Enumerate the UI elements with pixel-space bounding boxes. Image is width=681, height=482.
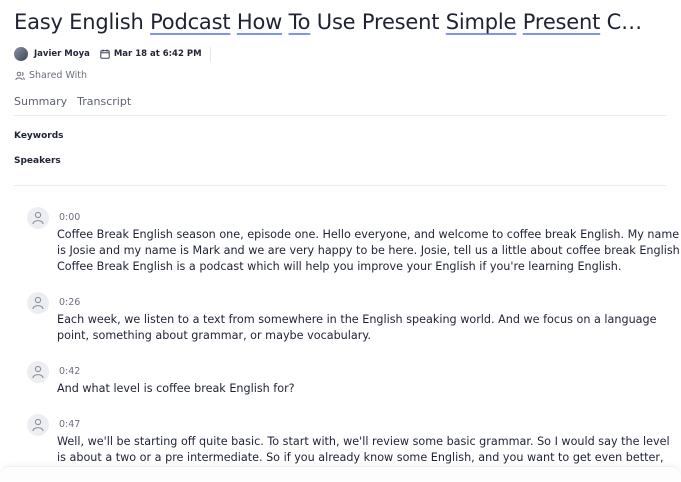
keywords-section[interactable]: Keywords xyxy=(14,131,64,141)
person-icon xyxy=(32,296,44,310)
divider xyxy=(14,115,666,116)
recording-meta: Javier Moya Mar 18 at 6:42 PM xyxy=(14,46,211,62)
highlighted-word[interactable]: How xyxy=(237,10,282,34)
speakers-section[interactable]: Speakers xyxy=(14,156,61,166)
page-title: Easy English Podcast How To Use Present … xyxy=(14,10,642,34)
speaker-avatar[interactable] xyxy=(27,414,49,436)
speaker-avatar[interactable] xyxy=(27,292,49,314)
timestamp[interactable]: 0:47 xyxy=(59,419,80,430)
timestamp[interactable]: 0:00 xyxy=(59,212,80,223)
highlighted-word[interactable]: To xyxy=(289,10,311,34)
timestamp[interactable]: 0:42 xyxy=(59,366,80,377)
people-icon xyxy=(15,71,25,80)
highlighted-word[interactable]: Present xyxy=(523,10,601,34)
speaker-avatar[interactable] xyxy=(27,207,49,229)
transcript-text: Coffee Break English season one, episode… xyxy=(57,228,680,273)
shared-with-button[interactable]: Shared With xyxy=(15,70,87,81)
person-icon xyxy=(32,211,44,225)
author-name[interactable]: Javier Moya xyxy=(34,49,90,59)
highlighted-word[interactable]: Simple xyxy=(446,10,517,34)
person-icon xyxy=(32,365,44,379)
person-icon xyxy=(32,418,44,432)
calendar-icon xyxy=(100,49,110,59)
tab-transcript[interactable]: Transcript xyxy=(77,95,131,108)
highlighted-word[interactable]: Podcast xyxy=(150,10,230,34)
divider xyxy=(14,185,666,186)
tab-bar: Summary Transcript xyxy=(14,95,141,108)
shared-with-label: Shared With xyxy=(29,70,88,81)
speaker-avatar[interactable] xyxy=(27,361,49,383)
avatar[interactable] xyxy=(14,47,28,61)
recording-date: Mar 18 at 6:42 PM xyxy=(113,49,202,59)
transcript-text: Each week, we listen to a text from some… xyxy=(57,313,657,342)
transcript-text: And what level is coffee break English f… xyxy=(57,382,295,395)
tab-summary[interactable]: Summary xyxy=(14,95,67,108)
divider xyxy=(209,46,211,62)
timestamp[interactable]: 0:26 xyxy=(59,297,80,308)
bottom-panel xyxy=(0,466,681,481)
